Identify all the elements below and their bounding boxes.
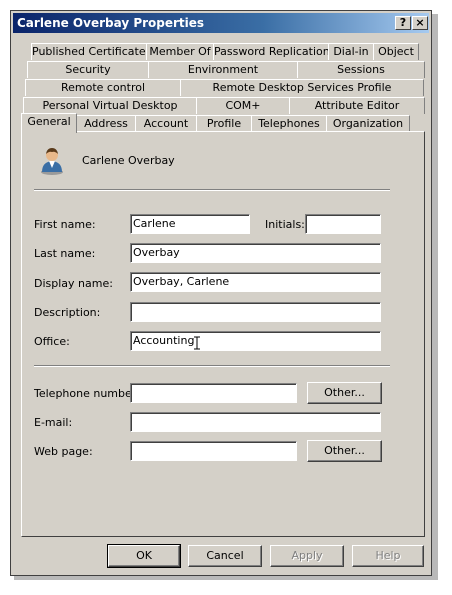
- tab-attribute-editor[interactable]: Attribute Editor: [289, 97, 425, 114]
- cancel-button[interactable]: Cancel: [188, 545, 262, 567]
- tab-security[interactable]: Security: [27, 61, 149, 78]
- tab-object[interactable]: Object: [373, 43, 419, 60]
- tab-row-4: Personal Virtual Desktop COM+ Attribute …: [23, 97, 425, 115]
- office-label: Office:: [34, 335, 70, 348]
- tab-general[interactable]: General: [21, 113, 77, 133]
- first-name-label: First name:: [34, 218, 96, 231]
- tab-profile[interactable]: Profile: [196, 115, 252, 132]
- tab-row-1: Published Certificates Member Of Passwor…: [31, 43, 419, 61]
- window-title: Carlene Overbay Properties: [17, 16, 205, 30]
- telephone-label: Telephone number:: [34, 387, 140, 400]
- title-bar[interactable]: Carlene Overbay Properties ? ×: [13, 13, 429, 33]
- tab-environment[interactable]: Environment: [148, 61, 298, 78]
- email-label: E-mail:: [34, 416, 73, 429]
- apply-button[interactable]: Apply: [270, 545, 344, 567]
- display-name-label: Display name:: [34, 277, 113, 290]
- tab-telephones[interactable]: Telephones: [251, 115, 327, 132]
- email-field[interactable]: [130, 412, 381, 432]
- text-cursor-icon: [194, 336, 200, 350]
- tab-address[interactable]: Address: [76, 115, 136, 132]
- webpage-field[interactable]: [130, 441, 297, 461]
- separator-top: [34, 189, 390, 191]
- webpage-label: Web page:: [34, 445, 93, 458]
- last-name-field[interactable]: Overbay: [130, 243, 381, 263]
- first-name-field[interactable]: Carlene: [130, 214, 250, 234]
- tab-account[interactable]: Account: [135, 115, 197, 132]
- initials-field[interactable]: [305, 214, 381, 234]
- separator-bottom: [34, 365, 390, 367]
- description-label: Description:: [34, 306, 101, 319]
- ok-button[interactable]: OK: [107, 544, 181, 568]
- webpage-other-button[interactable]: Other...: [307, 440, 382, 462]
- display-name-field[interactable]: Overbay, Carlene: [130, 272, 381, 292]
- tab-com-plus[interactable]: COM+: [196, 97, 290, 114]
- tab-sessions[interactable]: Sessions: [297, 61, 425, 78]
- description-field[interactable]: [130, 302, 381, 322]
- tab-remote-desktop-services-profile[interactable]: Remote Desktop Services Profile: [180, 79, 424, 96]
- tab-published-certificates[interactable]: Published Certificates: [31, 43, 147, 60]
- tab-row-2: Security Environment Sessions: [27, 61, 425, 79]
- user-display-name: Carlene Overbay: [82, 154, 175, 167]
- last-name-label: Last name:: [34, 247, 96, 260]
- office-field[interactable]: Accounting: [130, 331, 381, 351]
- telephone-other-button[interactable]: Other...: [307, 382, 382, 404]
- properties-dialog: Carlene Overbay Properties ? × Published…: [10, 10, 432, 576]
- tab-member-of[interactable]: Member Of: [146, 43, 214, 60]
- tab-organization[interactable]: Organization: [326, 115, 410, 132]
- help-title-button[interactable]: ?: [395, 16, 411, 30]
- user-icon: [41, 148, 63, 175]
- tab-dial-in[interactable]: Dial-in: [328, 43, 374, 60]
- help-button[interactable]: Help: [352, 545, 424, 567]
- tab-row-3: Remote control Remote Desktop Services P…: [25, 79, 424, 97]
- close-button[interactable]: ×: [412, 16, 428, 30]
- initials-label: Initials:: [265, 218, 305, 231]
- tab-password-replication[interactable]: Password Replication: [213, 43, 329, 60]
- general-panel: Carlene Overbay First name: Carlene Init…: [21, 131, 425, 537]
- tab-remote-control[interactable]: Remote control: [25, 79, 181, 96]
- telephone-field[interactable]: [130, 383, 297, 403]
- tab-personal-virtual-desktop[interactable]: Personal Virtual Desktop: [23, 97, 197, 114]
